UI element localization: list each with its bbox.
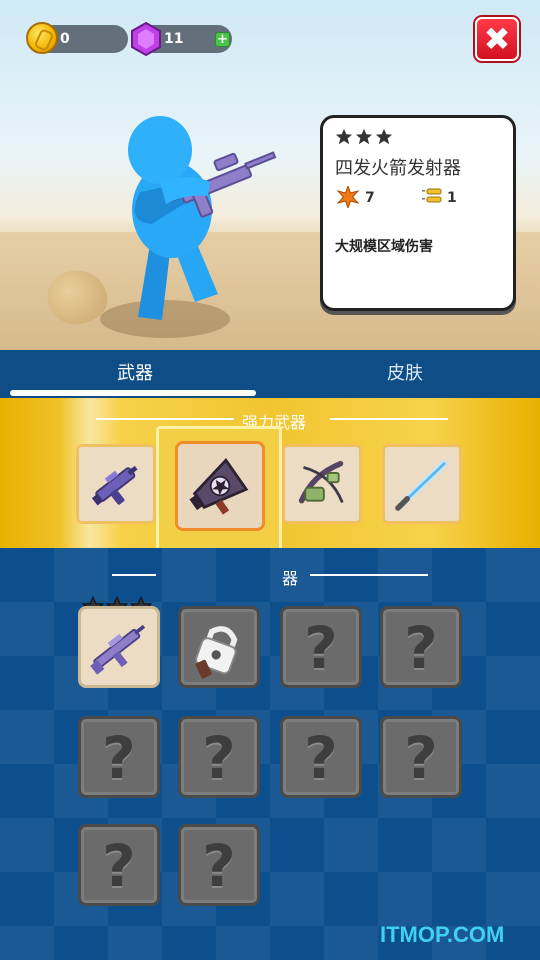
ammo-value: 1	[447, 190, 457, 206]
weapon-cell-unknown[interactable]: ?	[78, 716, 160, 798]
weapon-cell-unknown[interactable]: ?	[178, 716, 260, 798]
weapon-slot-rocket-launcher[interactable]	[175, 441, 265, 531]
divider-line	[96, 418, 234, 420]
regular-weapons-title: 器	[281, 569, 298, 588]
ammo-icon	[422, 188, 442, 203]
weapon-cell-unknown[interactable]: ?	[280, 606, 362, 688]
gem-icon	[131, 22, 161, 56]
smg-icon	[91, 465, 138, 506]
question-mark-icon: ?	[404, 724, 438, 792]
weapon-cell-unknown[interactable]: ?	[380, 606, 462, 688]
coin-amount: 0	[60, 31, 70, 47]
close-icon: ✖	[483, 20, 511, 58]
question-mark-icon: ?	[102, 832, 136, 900]
weapon-cell-unknown[interactable]: ?	[280, 716, 362, 798]
star-icon	[355, 128, 373, 145]
weapon-cell-unknown[interactable]: ?	[380, 716, 462, 798]
question-mark-icon: ?	[102, 724, 136, 792]
weapon-cell-assault-rifle[interactable]	[78, 606, 160, 688]
weapon-description: 大规模区域伤害	[335, 239, 433, 255]
crossbow-icon	[298, 460, 344, 504]
question-mark-icon: ?	[304, 614, 338, 682]
damage-icon	[337, 186, 359, 208]
star-icon	[335, 128, 353, 145]
stickman-character	[128, 116, 277, 320]
tab-skins[interactable]: 皮肤	[270, 350, 540, 398]
weapon-slot-lightsaber[interactable]	[382, 444, 462, 524]
close-button[interactable]: ✖	[475, 17, 519, 61]
question-mark-icon: ?	[202, 724, 236, 792]
star-icon	[375, 128, 393, 145]
weapon-slot-crossbow[interactable]	[282, 444, 362, 524]
question-mark-icon: ?	[202, 832, 236, 900]
weapon-cell-locked[interactable]	[178, 606, 260, 688]
divider-line	[112, 574, 156, 576]
weapon-info-card: 四发火箭发射器 7 1 大规模区域伤害	[320, 115, 516, 311]
weapon-rating-stars	[335, 128, 393, 146]
question-mark-icon: ?	[404, 614, 438, 682]
rocket-launcher-icon	[189, 458, 249, 515]
watermark: ITMOP.COM	[380, 922, 505, 947]
damage-value: 7	[365, 190, 375, 206]
gem-amount: 11	[164, 31, 184, 47]
locked-icon	[195, 626, 238, 679]
divider-line	[330, 418, 448, 420]
lightsaber-icon	[395, 460, 448, 511]
question-mark-icon: ?	[304, 724, 338, 792]
coin-icon	[26, 22, 58, 54]
add-gems-button[interactable]: +	[215, 32, 230, 47]
assault-rifle-icon	[90, 624, 146, 675]
weapon-cell-unknown[interactable]: ?	[78, 824, 160, 906]
divider-line	[310, 574, 428, 576]
weapon-name: 四发火箭发射器	[335, 158, 461, 179]
active-tab-indicator	[10, 390, 256, 396]
weapon-slot-smg[interactable]	[76, 444, 156, 524]
weapon-cell-unknown[interactable]: ?	[178, 824, 260, 906]
